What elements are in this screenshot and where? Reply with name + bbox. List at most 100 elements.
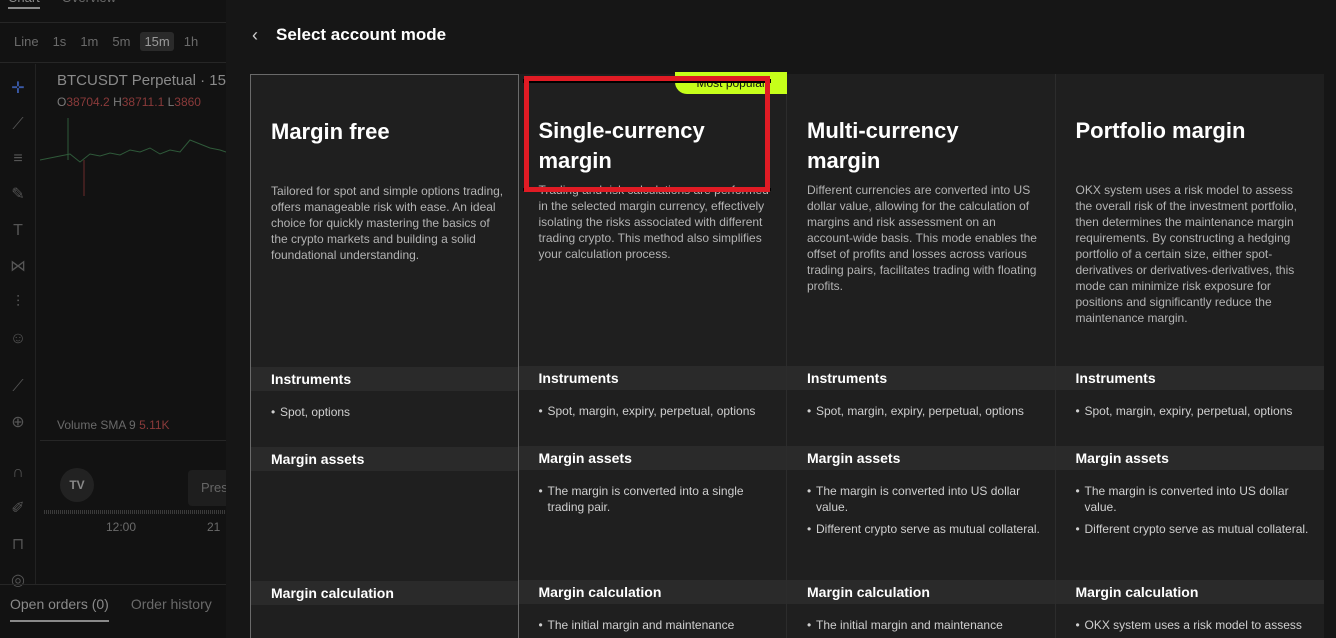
drawing-toolbar: ✛ ⟋ ≡ ✎ T ⋈ ⫶ ☺ ⟋ ⊕ ∩ ✐ ⊓ ◎ xyxy=(0,64,36,589)
ohlc-readout: O38704.2 H38711.1 L3860 xyxy=(57,95,201,109)
section-header: Instruments xyxy=(787,366,1055,390)
timeframe-15m[interactable]: 15m xyxy=(140,32,174,51)
section-header: Margin calculation xyxy=(518,580,786,604)
mode-description: Different currencies are converted into … xyxy=(807,183,1037,293)
section-title: Instruments xyxy=(807,370,888,386)
volume-title: Volume xyxy=(57,418,98,432)
list-item: Spot, margin, expiry, perpetual, options xyxy=(539,403,775,419)
section-header: Instruments xyxy=(1055,366,1324,390)
list-item: Spot, margin, expiry, perpetual, options xyxy=(807,403,1043,419)
timeframe-1s[interactable]: 1s xyxy=(49,32,71,51)
low-value: 3860 xyxy=(174,95,201,109)
volume-sma: SMA 9 xyxy=(100,418,136,432)
pattern-icon[interactable]: ⋈ xyxy=(7,256,29,278)
prediction-icon[interactable]: ⫶ xyxy=(7,292,29,314)
list-item: The margin is converted into a single tr… xyxy=(539,483,775,515)
section-header: Margin assets xyxy=(518,446,786,470)
tab-open-orders[interactable]: Open orders (0) xyxy=(10,596,109,622)
section-title: Margin assets xyxy=(807,450,901,466)
lock-drawing-icon[interactable]: ✐ xyxy=(7,498,29,520)
trendline-icon[interactable]: ⟋ xyxy=(7,114,29,136)
section-title: Margin calculation xyxy=(1075,584,1199,600)
timeframe-1m[interactable]: 1m xyxy=(76,32,102,51)
section-header: Margin calculation xyxy=(787,580,1055,604)
list-item: Spot, margin, expiry, perpetual, options xyxy=(1076,403,1312,419)
list-item: The initial margin and maintenance xyxy=(807,617,1043,633)
fib-lines-icon[interactable]: ≡ xyxy=(7,148,29,170)
section-title: Margin assets xyxy=(271,451,365,467)
divider xyxy=(0,22,226,23)
x-axis-tick: 12:00 xyxy=(106,520,137,534)
ruler-icon[interactable]: ⟋ xyxy=(7,376,29,398)
page-title: Select account mode xyxy=(276,25,447,44)
zoom-in-icon[interactable]: ⊕ xyxy=(7,412,29,434)
open-value: 38704.2 xyxy=(66,95,110,109)
section-title: Margin assets xyxy=(1075,450,1169,466)
timeframe-1h[interactable]: 1h xyxy=(180,32,202,51)
mode-card-margin-free[interactable]: Margin free Tailored for spot and simple… xyxy=(250,74,519,638)
list-item: The margin is converted into US dollar v… xyxy=(807,483,1043,515)
brush-icon[interactable]: ✎ xyxy=(7,184,29,206)
tab-order-history[interactable]: Order history xyxy=(131,596,212,622)
orders-tabs: Open orders (0) Order history xyxy=(10,596,212,622)
section-title: Instruments xyxy=(1075,370,1156,386)
most-popular-badge: Most popular xyxy=(674,72,787,94)
section-title: Instruments xyxy=(271,371,352,387)
section-header: Margin calculation xyxy=(1055,580,1324,604)
magnet-icon[interactable]: ∩ xyxy=(7,462,29,484)
list-item: Different crypto serve as mutual collate… xyxy=(1076,521,1312,537)
open-label: O xyxy=(57,95,67,109)
crosshair-icon[interactable]: ✛ xyxy=(7,78,29,100)
section-title: Instruments xyxy=(538,370,619,386)
volume-value: 5.11K xyxy=(139,418,170,432)
mode-card-multi-currency[interactable]: Multi-currency margin Different currenci… xyxy=(787,74,1056,638)
section-header: Instruments xyxy=(518,366,786,390)
high-label: H xyxy=(113,95,122,109)
section-header: Margin assets xyxy=(251,447,518,471)
list-item: The initial margin and maintenance xyxy=(539,617,775,633)
mode-name: Portfolio margin xyxy=(1075,118,1246,143)
tab-overview[interactable]: Overview xyxy=(62,0,116,9)
section-title: Margin calculation xyxy=(807,584,930,600)
chart-symbol: BTCUSDT Perpetual · 15 xyxy=(57,72,226,89)
timeframe-5m[interactable]: 5m xyxy=(108,32,134,51)
list-item: Spot, options xyxy=(271,404,507,420)
chevron-left-icon[interactable]: ‹ xyxy=(252,24,272,46)
section-header: Margin assets xyxy=(1055,446,1324,470)
mode-description: OKX system uses a risk model to assess t… xyxy=(1075,183,1297,325)
price-line-chart xyxy=(40,118,226,196)
divider xyxy=(0,62,226,63)
mode-name: Multi-currency margin xyxy=(807,118,959,173)
emoji-icon[interactable]: ☺ xyxy=(7,328,29,350)
mode-comparison-grid: Margin free Tailored for spot and simple… xyxy=(250,72,1324,638)
section-header: Instruments xyxy=(251,367,518,391)
chart-top-tabs: Chart Overview xyxy=(8,0,116,9)
chart-background: Chart Overview Line 1s 1m 5m 15m 1h ✛ ⟋ … xyxy=(0,0,226,638)
divider xyxy=(40,440,226,441)
list-item: The margin is converted into US dollar v… xyxy=(1076,483,1312,515)
list-item: OKX system uses a risk model to assess xyxy=(1076,617,1312,633)
mode-card-single-currency[interactable]: Most popular Single-currency margin Trad… xyxy=(518,72,787,638)
mode-name: Margin free xyxy=(271,119,390,144)
text-tool-icon[interactable]: T xyxy=(7,220,29,242)
timeframe-selector: Line 1s 1m 5m 15m 1h xyxy=(10,32,202,51)
divider xyxy=(0,584,226,585)
list-item: Different crypto serve as mutual collate… xyxy=(807,521,1043,537)
x-axis-tick: 21 xyxy=(207,520,221,534)
mode-card-portfolio-margin[interactable]: Portfolio margin OKX system uses a risk … xyxy=(1055,74,1324,638)
mode-description: Trading and risk calculations are perfor… xyxy=(538,183,769,261)
volume-bars xyxy=(44,510,226,514)
section-title: Margin calculation xyxy=(538,584,662,600)
timeframe-line[interactable]: Line xyxy=(10,32,43,51)
section-header: Margin calculation xyxy=(251,581,518,605)
eye-icon[interactable]: ◎ xyxy=(7,570,29,592)
tab-chart[interactable]: Chart xyxy=(8,0,40,9)
account-mode-panel: ‹ Select account mode Margin free Tailor… xyxy=(226,0,1336,638)
high-value: 38711.1 xyxy=(121,95,165,109)
app-root: Chart Overview Line 1s 1m 5m 15m 1h ✛ ⟋ … xyxy=(0,0,1336,638)
lock-icon[interactable]: ⊓ xyxy=(7,534,29,556)
tradingview-logo: TV xyxy=(60,468,94,502)
mode-name: Single-currency margin xyxy=(538,118,705,173)
section-title: Margin assets xyxy=(538,450,632,466)
section-title: Margin calculation xyxy=(271,585,394,601)
